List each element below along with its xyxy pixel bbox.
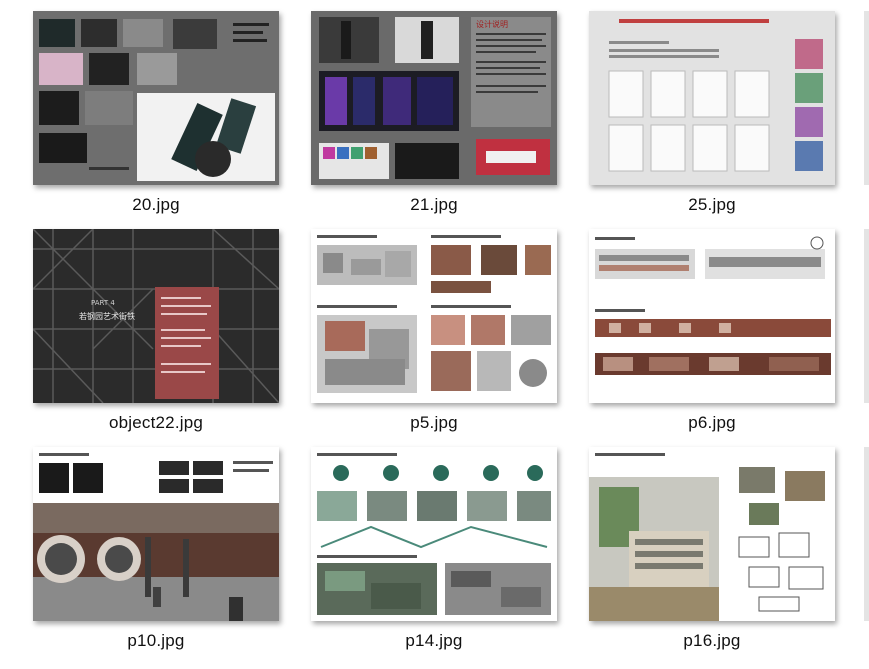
file-name-object22: object22.jpg — [108, 413, 204, 432]
file-name-25: 25.jpg — [688, 195, 736, 214]
file-name-p14: p14.jpg — [405, 631, 463, 650]
svg-text:PART 4: PART 4 — [91, 299, 115, 307]
thumbnail-p6[interactable] — [589, 229, 835, 403]
thumbnail-25[interactable] — [589, 11, 835, 185]
file-name-p10: p10.jpg — [127, 631, 185, 650]
file-name-p5: p5.jpg — [410, 413, 458, 432]
next-thumbnail-edge — [864, 11, 869, 185]
file-name-21: 21.jpg — [410, 195, 458, 214]
thumbnail-p5[interactable] — [311, 229, 557, 403]
thumbnail-p14[interactable] — [311, 447, 557, 621]
next-thumbnail-edge — [864, 229, 869, 403]
thumbnail-21[interactable]: 设计说明 — [311, 11, 557, 185]
thumbnail-p10[interactable] — [33, 447, 279, 621]
file-name-20: 20.jpg — [132, 195, 180, 214]
file-name-p16: p16.jpg — [683, 631, 741, 650]
svg-text:若钢园艺术街铁: 若钢园艺术街铁 — [79, 311, 135, 321]
file-name-p6: p6.jpg — [688, 413, 736, 432]
next-thumbnail-edge — [864, 447, 869, 621]
thumbnail-20[interactable] — [33, 11, 279, 185]
thumbnail-object22[interactable]: PART 4 若钢园艺术街铁 — [33, 229, 279, 403]
svg-text:设计说明: 设计说明 — [476, 19, 508, 29]
thumbnail-p16[interactable] — [589, 447, 835, 621]
